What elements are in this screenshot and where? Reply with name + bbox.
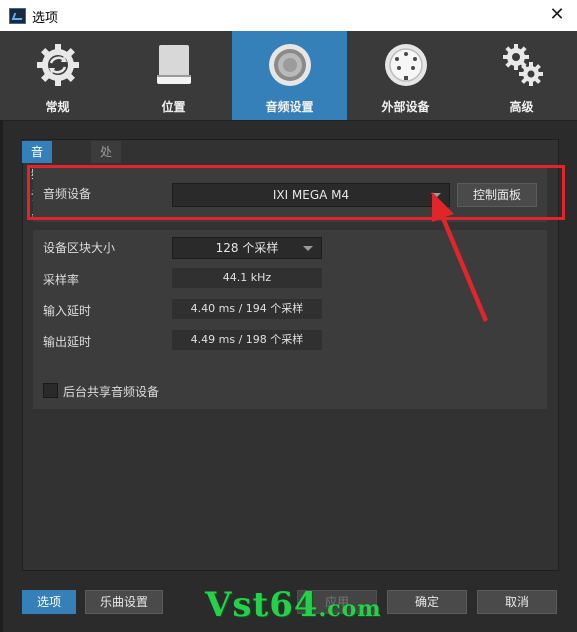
tab-audio-setup-label: 音频设置 xyxy=(265,100,314,114)
input-latency-label: 输入延时 xyxy=(43,304,92,318)
background-share-checkbox[interactable] xyxy=(43,383,58,398)
input-latency-value: 4.40 ms / 194 个采样 xyxy=(172,299,322,319)
tab-external-devices-label: 外部设备 xyxy=(381,100,430,114)
chevron-down-icon xyxy=(303,246,313,251)
watermark-main: Vst64 xyxy=(205,585,319,625)
window-edge xyxy=(0,120,3,632)
settings-category-toolbar: 常规 位置 音频设置 外部设备 高级 xyxy=(0,31,577,121)
watermark: Vst64.com xyxy=(205,585,382,625)
output-latency-value: 4.49 ms / 198 个采样 xyxy=(172,330,322,350)
tab-advanced-label: 高级 xyxy=(509,100,534,114)
sample-rate-label: 采样率 xyxy=(43,273,80,287)
tab-advanced[interactable]: 高级 xyxy=(464,31,577,120)
gears-icon xyxy=(502,44,543,86)
song-settings-button[interactable]: 乐曲设置 xyxy=(85,590,163,614)
gear-arrows-icon xyxy=(36,44,79,86)
app-icon xyxy=(9,8,26,24)
cancel-button[interactable]: 取消 xyxy=(477,590,557,614)
block-size-dropdown[interactable]: 128 个采样 xyxy=(172,237,322,259)
tab-locations-label: 位置 xyxy=(161,100,186,114)
tab-audio-setup[interactable]: 音频设置 xyxy=(232,31,347,120)
output-latency-label: 输出延时 xyxy=(43,335,92,349)
tab-locations[interactable]: 位置 xyxy=(116,31,231,120)
background-share-label: 后台共享音频设备 xyxy=(63,385,160,399)
tab-external-devices[interactable]: 外部设备 xyxy=(348,31,463,120)
midi-port-icon xyxy=(384,44,427,86)
tab-general-label: 常规 xyxy=(45,100,70,114)
watermark-suffix: .com xyxy=(318,596,382,622)
annotation-arrow-icon xyxy=(432,192,488,322)
tab-general[interactable]: 常规 xyxy=(0,31,115,120)
sample-rate-value: 44.1 kHz xyxy=(172,268,322,288)
title-bar: 选项 ✕ xyxy=(0,0,577,31)
speaker-icon xyxy=(268,44,311,86)
tab-processing[interactable]: 处理中 xyxy=(91,141,122,203)
ok-button[interactable]: 确定 xyxy=(387,590,467,614)
close-button[interactable]: ✕ xyxy=(545,3,569,27)
tab-audio-device[interactable]: 音频设备 xyxy=(22,141,53,225)
window-title: 选项 xyxy=(32,11,59,26)
options-button[interactable]: 选项 xyxy=(22,590,76,614)
drive-icon xyxy=(156,45,191,84)
block-size-label: 设备区块大小 xyxy=(43,241,116,255)
block-size-value: 128 个采样 xyxy=(215,241,279,255)
